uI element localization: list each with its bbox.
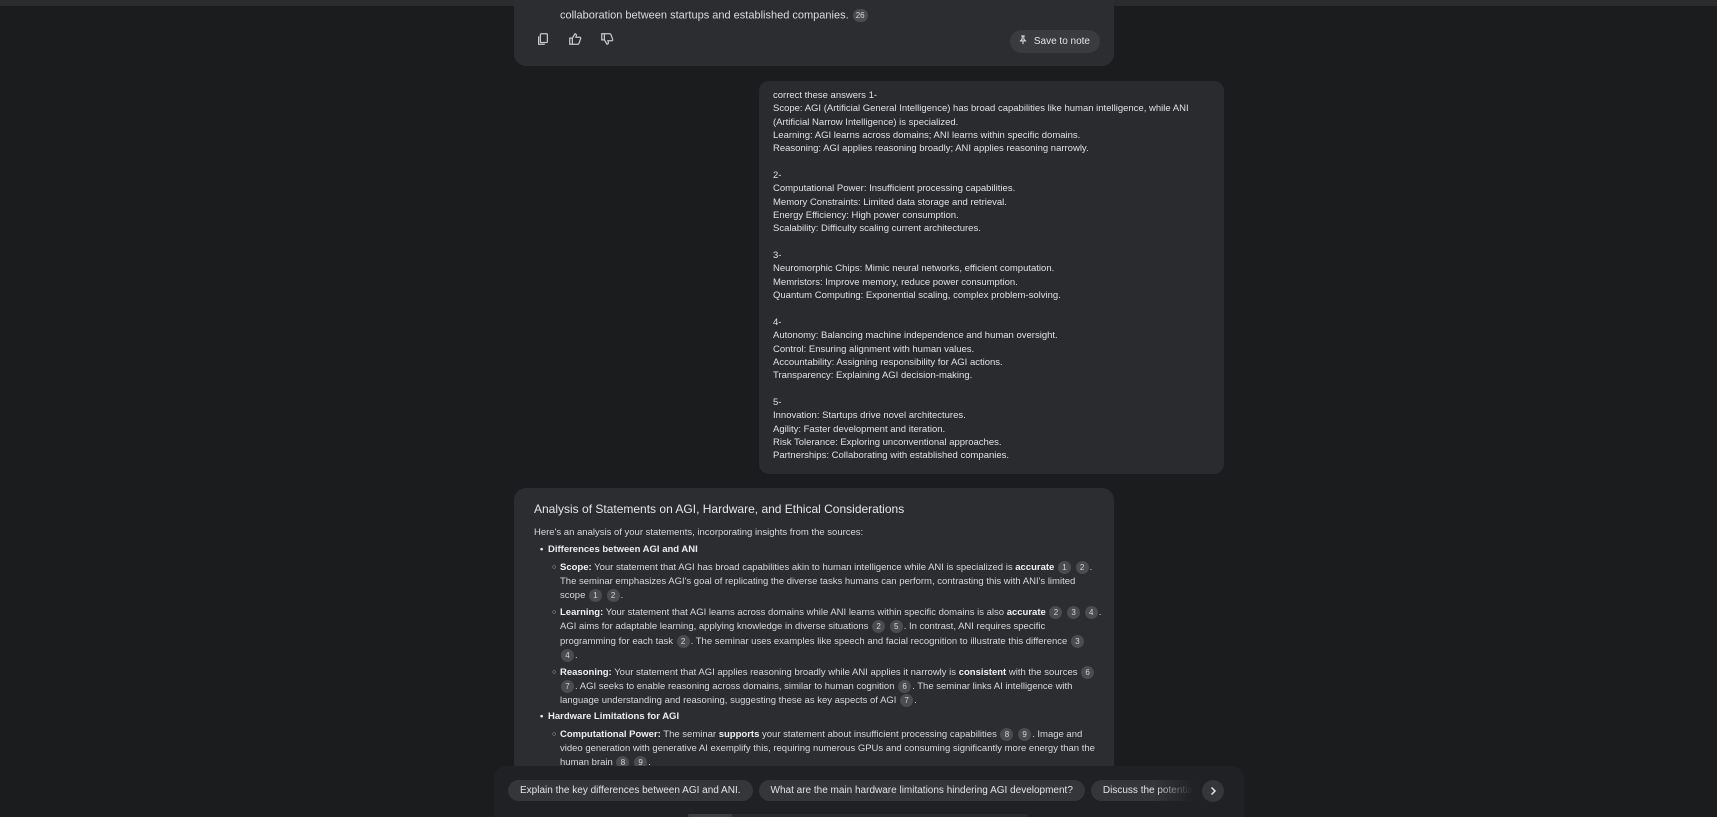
user-message-line: Control: Ensuring alignment with human v… (773, 343, 975, 355)
user-message-line: Transparency: Explaining AGI decision-ma… (773, 370, 973, 382)
user-message-line: Neuromorphic Chips: Mimic neural network… (773, 263, 1055, 275)
citation-badge[interactable]: 26 (852, 9, 868, 22)
user-message-line: (Artificial Narrow Intelligence) is spec… (773, 116, 959, 128)
user-message-line: Memory Constraints: Limited data storage… (773, 196, 1007, 208)
citation-badge[interactable]: 4 (1084, 606, 1098, 620)
user-message-line: correct these answers 1- (773, 90, 878, 101)
user-message-line: Scope: AGI (Artificial General Intellige… (773, 103, 1189, 115)
thumbs-down-icon[interactable] (600, 32, 614, 46)
user-message-line: Innovation: Startups drive novel archite… (773, 410, 966, 422)
citation-badge[interactable]: 5 (889, 620, 903, 634)
user-message-line: Risk Tolerance: Exploring unconventional… (773, 436, 1002, 448)
user-message-text: correct these answers 1- Scope: AGI (Arti… (773, 89, 1213, 463)
user-message-line (773, 236, 1213, 249)
suggestion-chip[interactable]: What are the main hardware limitations h… (758, 780, 1085, 801)
list-item-reasoning: Reasoning: Your statement that AGI appli… (534, 665, 1102, 708)
suggested-questions-bar: Explain the key differences between AGI … (494, 766, 1244, 817)
citation-badge[interactable]: 3 (1067, 606, 1081, 620)
citation-badge[interactable]: 8 (1000, 728, 1014, 742)
user-message-line: Reasoning: AGI applies reasoning broadly… (773, 143, 1089, 155)
citation-badge[interactable]: 2 (872, 620, 886, 634)
citation-badge[interactable]: 9 (1018, 728, 1032, 742)
list-item-scope: Scope: Your statement that AGI has broad… (534, 561, 1102, 603)
user-message-bubble: correct these answers 1- Scope: AGI (Arti… (759, 81, 1224, 474)
suggestion-chips: Explain the key differences between AGI … (508, 780, 1208, 801)
user-message-line: Accountability: Assigning responsibility… (773, 356, 1003, 368)
section-heading: Hardware Limitations for AGI (534, 711, 1102, 728)
user-message-line: Scalability: Difficulty scaling current … (773, 223, 981, 235)
thumbs-up-icon[interactable] (568, 32, 582, 46)
citation-badge[interactable]: 6 (898, 679, 912, 693)
citation-badge[interactable]: 1 (1057, 561, 1071, 574)
user-message-line: 5- (773, 396, 782, 408)
citation-badge[interactable]: 4 (561, 648, 574, 662)
user-message-line (773, 156, 1213, 169)
citation-badge[interactable]: 1 (589, 589, 602, 603)
citation-badge[interactable]: 6 (1081, 665, 1095, 679)
user-message-line: 3- (773, 250, 782, 262)
chevron-right-icon[interactable] (1202, 780, 1224, 802)
citation-badge[interactable]: 7 (900, 693, 914, 707)
user-message-line: 2- (773, 170, 782, 182)
answer-title: Analysis of Statements on AGI, Hardware,… (534, 502, 905, 516)
user-message-line: Quantum Computing: Exponential scaling, … (773, 290, 1061, 302)
user-message-line (773, 383, 1213, 396)
citation-badge[interactable]: 2 (676, 634, 690, 648)
citation-badge[interactable]: 2 (1075, 561, 1089, 574)
user-message-line: Computational Power: Insufficient proces… (773, 183, 1016, 195)
user-message-line: Autonomy: Balancing machine independence… (773, 330, 1058, 342)
citation-badge[interactable]: 2 (606, 589, 620, 603)
previous-response-card: collaboration between startups and estab… (514, 0, 1114, 66)
user-message-line: Energy Efficiency: High power consumptio… (773, 210, 959, 222)
save-to-note-button[interactable]: Save to note (1009, 30, 1100, 53)
pin-icon (1018, 35, 1028, 48)
list-item-computational-power: Computational Power: The seminar support… (534, 728, 1102, 770)
response-actions (536, 32, 614, 46)
citation-badge[interactable]: 3 (1070, 634, 1084, 648)
citation-badge[interactable]: 7 (561, 679, 574, 693)
user-message-line: 4- (773, 316, 782, 328)
user-message-line: Learning: AGI learns across domains; ANI… (773, 130, 1081, 142)
copy-icon[interactable] (536, 32, 550, 46)
list-item-learning: Learning: Your statement that AGI learns… (534, 606, 1102, 662)
answer-intro: Here's an analysis of your statements, i… (534, 527, 864, 538)
citation-badge[interactable]: 2 (1049, 606, 1063, 620)
save-to-note-label: Save to note (1033, 36, 1090, 47)
user-message-line: Memristors: Improve memory, reduce power… (773, 276, 1018, 288)
user-message-line: Agility: Faster development and iteratio… (773, 423, 946, 435)
suggestion-chip[interactable]: Explain the key differences between AGI … (508, 780, 753, 801)
user-message-line (773, 303, 1213, 316)
previous-response-last-line: collaboration between startups and estab… (560, 9, 869, 22)
section-heading: Differences between AGI and ANI (534, 544, 1102, 561)
user-message-line: Partnerships: Collaborating with establi… (773, 450, 1010, 462)
